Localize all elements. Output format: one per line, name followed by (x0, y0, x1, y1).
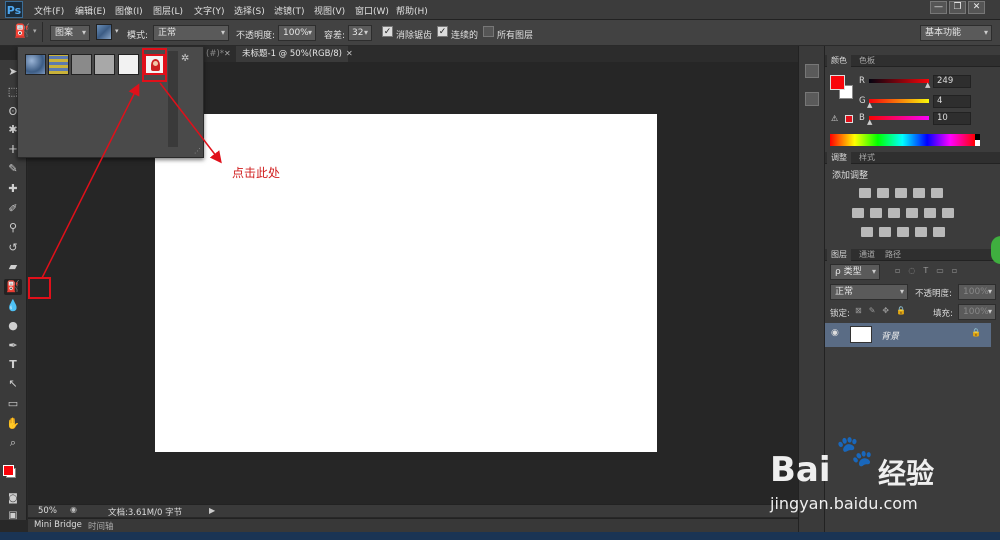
arrow-to-pattern (41, 83, 140, 279)
arrow-to-note (159, 82, 222, 164)
watermark-brand-2: 经验 (878, 457, 935, 490)
watermark-brand: Bai (770, 450, 831, 490)
paw-icon: 🐾 (836, 434, 874, 469)
watermark-url: jingyan.baidu.com (770, 494, 918, 513)
annotation-note: 点击此处 (232, 166, 281, 180)
